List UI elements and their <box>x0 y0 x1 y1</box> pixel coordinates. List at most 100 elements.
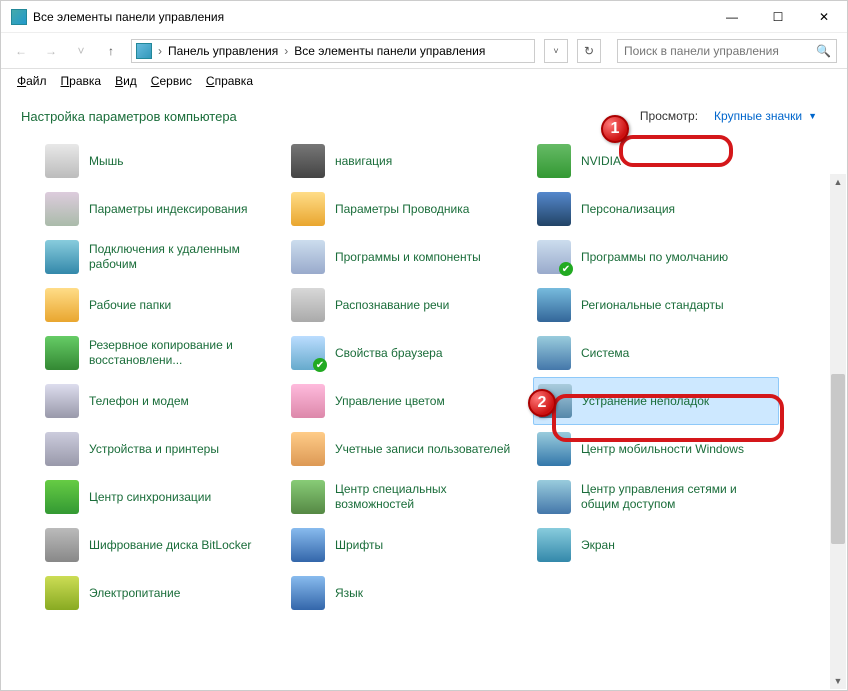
ic-speech-icon <box>291 288 325 322</box>
ic-browser-icon <box>291 336 325 370</box>
minimize-button[interactable]: — <box>709 1 755 33</box>
control-panel-item[interactable]: Программы и компоненты <box>287 233 533 281</box>
control-panel-item[interactable]: Резервное копирование и восстановлени... <box>41 329 287 377</box>
control-panel-item[interactable]: Персонализация <box>533 185 779 233</box>
control-panel-item[interactable]: Распознавание речи <box>287 281 533 329</box>
search-icon: 🔍 <box>816 44 830 58</box>
control-panel-item[interactable]: Центр мобильности Windows <box>533 425 779 473</box>
forward-button[interactable]: → <box>41 41 61 61</box>
control-panel-item[interactable]: Электропитание <box>41 569 287 617</box>
control-panel-item[interactable]: Центр управления сетями и общим доступом <box>533 473 779 521</box>
control-panel-item[interactable]: Язык <box>287 569 533 617</box>
ic-defaultprog-icon <box>537 240 571 274</box>
item-label: Подключения к удаленным рабочим <box>89 242 283 272</box>
maximize-button[interactable]: ☐ <box>755 1 801 33</box>
search-input[interactable] <box>624 44 816 58</box>
ic-fonts-icon <box>291 528 325 562</box>
menu-tools[interactable]: Сервис <box>145 72 198 90</box>
ic-phone-icon <box>45 384 79 418</box>
titlebar: Все элементы панели управления — ☐ ✕ <box>1 1 847 33</box>
ic-screen-icon <box>537 528 571 562</box>
control-panel-item[interactable]: NVIDIA <box>533 137 779 185</box>
menu-help[interactable]: Справка <box>200 72 259 90</box>
ic-region-icon <box>537 288 571 322</box>
item-label: Программы и компоненты <box>335 250 481 265</box>
item-label: Учетные записи пользователей <box>335 442 510 457</box>
control-panel-item[interactable]: Шрифты <box>287 521 533 569</box>
control-panel-item[interactable]: Центр специальных возможностей <box>287 473 533 521</box>
ic-folders-icon <box>45 288 79 322</box>
scroll-thumb[interactable] <box>831 374 845 544</box>
item-label: Экран <box>581 538 615 553</box>
ic-personal-icon <box>537 192 571 226</box>
ic-devices-icon <box>45 432 79 466</box>
ic-mouse-icon <box>45 144 79 178</box>
view-selector[interactable]: Крупные значки ▼ <box>704 105 827 127</box>
item-label: Электропитание <box>89 586 180 601</box>
control-panel-item[interactable]: Телефон и модем <box>41 377 287 425</box>
item-label: Региональные стандарты <box>581 298 724 313</box>
control-panel-item[interactable]: Учетные записи пользователей <box>287 425 533 473</box>
control-panel-crumb-icon <box>136 43 152 59</box>
content-header: Настройка параметров компьютера Просмотр… <box>1 93 847 133</box>
control-panel-item[interactable]: Свойства браузера <box>287 329 533 377</box>
control-panel-item[interactable]: Устранение неполадок <box>533 377 779 425</box>
breadcrumb-control-panel[interactable]: Панель управления <box>168 44 278 58</box>
control-panel-item[interactable]: Управление цветом <box>287 377 533 425</box>
item-label: Центр специальных возможностей <box>335 482 529 512</box>
control-panel-item[interactable]: Рабочие папки <box>41 281 287 329</box>
refresh-dropdown[interactable]: ˅ <box>544 39 568 63</box>
menu-edit[interactable]: Правка <box>55 72 108 90</box>
ic-remote-icon <box>45 240 79 274</box>
vertical-scrollbar[interactable]: ▲ ▼ <box>830 174 846 689</box>
scroll-down-button[interactable]: ▼ <box>830 673 846 689</box>
breadcrumb-all-items[interactable]: Все элементы панели управления <box>294 44 485 58</box>
item-label: Центр синхронизации <box>89 490 211 505</box>
ic-programs-icon <box>291 240 325 274</box>
page-heading: Настройка параметров компьютера <box>21 109 640 124</box>
item-label: Параметры Проводника <box>335 202 469 217</box>
item-label: Язык <box>335 586 363 601</box>
control-panel-item[interactable]: Региональные стандарты <box>533 281 779 329</box>
control-panel-icon <box>11 9 27 25</box>
scroll-up-button[interactable]: ▲ <box>830 174 846 190</box>
menu-view[interactable]: Вид <box>109 72 143 90</box>
ic-power-icon <box>45 576 79 610</box>
control-panel-item[interactable]: навигация <box>287 137 533 185</box>
address-bar[interactable]: › Панель управления › Все элементы панел… <box>131 39 535 63</box>
control-panel-item[interactable]: Центр синхронизации <box>41 473 287 521</box>
item-label: NVIDIA <box>581 154 621 169</box>
control-panel-item[interactable]: Параметры индексирования <box>41 185 287 233</box>
control-panel-item[interactable]: Программы по умолчанию <box>533 233 779 281</box>
control-panel-item[interactable]: Шифрование диска BitLocker <box>41 521 287 569</box>
menu-file[interactable]: Файл <box>11 72 53 90</box>
control-panel-item[interactable]: Экран <box>533 521 779 569</box>
control-panel-item[interactable]: Параметры Проводника <box>287 185 533 233</box>
item-label: Мышь <box>89 154 124 169</box>
close-button[interactable]: ✕ <box>801 1 847 33</box>
search-box[interactable]: 🔍 <box>617 39 837 63</box>
back-button[interactable]: ← <box>11 41 31 61</box>
ic-accounts-icon <box>291 432 325 466</box>
ic-backup-icon <box>45 336 79 370</box>
control-panel-item[interactable]: Устройства и принтеры <box>41 425 287 473</box>
control-panel-item[interactable]: Система <box>533 329 779 377</box>
item-label: Свойства браузера <box>335 346 443 361</box>
control-panel-window: Все элементы панели управления — ☐ ✕ ← →… <box>0 0 848 691</box>
control-panel-item[interactable]: Мышь <box>41 137 287 185</box>
ic-special-icon <box>291 480 325 514</box>
control-panel-item[interactable]: Подключения к удаленным рабочим <box>41 233 287 281</box>
item-label: Устройства и принтеры <box>89 442 219 457</box>
breadcrumb-sep: › <box>156 44 164 58</box>
ic-nvidia-icon <box>537 144 571 178</box>
items-grid: Мышь навигация NVIDIA Параметры индексирова… <box>41 137 829 617</box>
up-button[interactable]: ↑ <box>101 41 121 61</box>
history-dropdown[interactable]: ˅ <box>71 41 91 61</box>
ic-color-icon <box>291 384 325 418</box>
ic-system-icon <box>537 336 571 370</box>
ic-lang-icon <box>291 576 325 610</box>
item-label: Телефон и модем <box>89 394 189 409</box>
refresh-button[interactable]: ↻ <box>577 39 601 63</box>
item-label: Устранение неполадок <box>582 394 709 409</box>
item-label: Управление цветом <box>335 394 445 409</box>
